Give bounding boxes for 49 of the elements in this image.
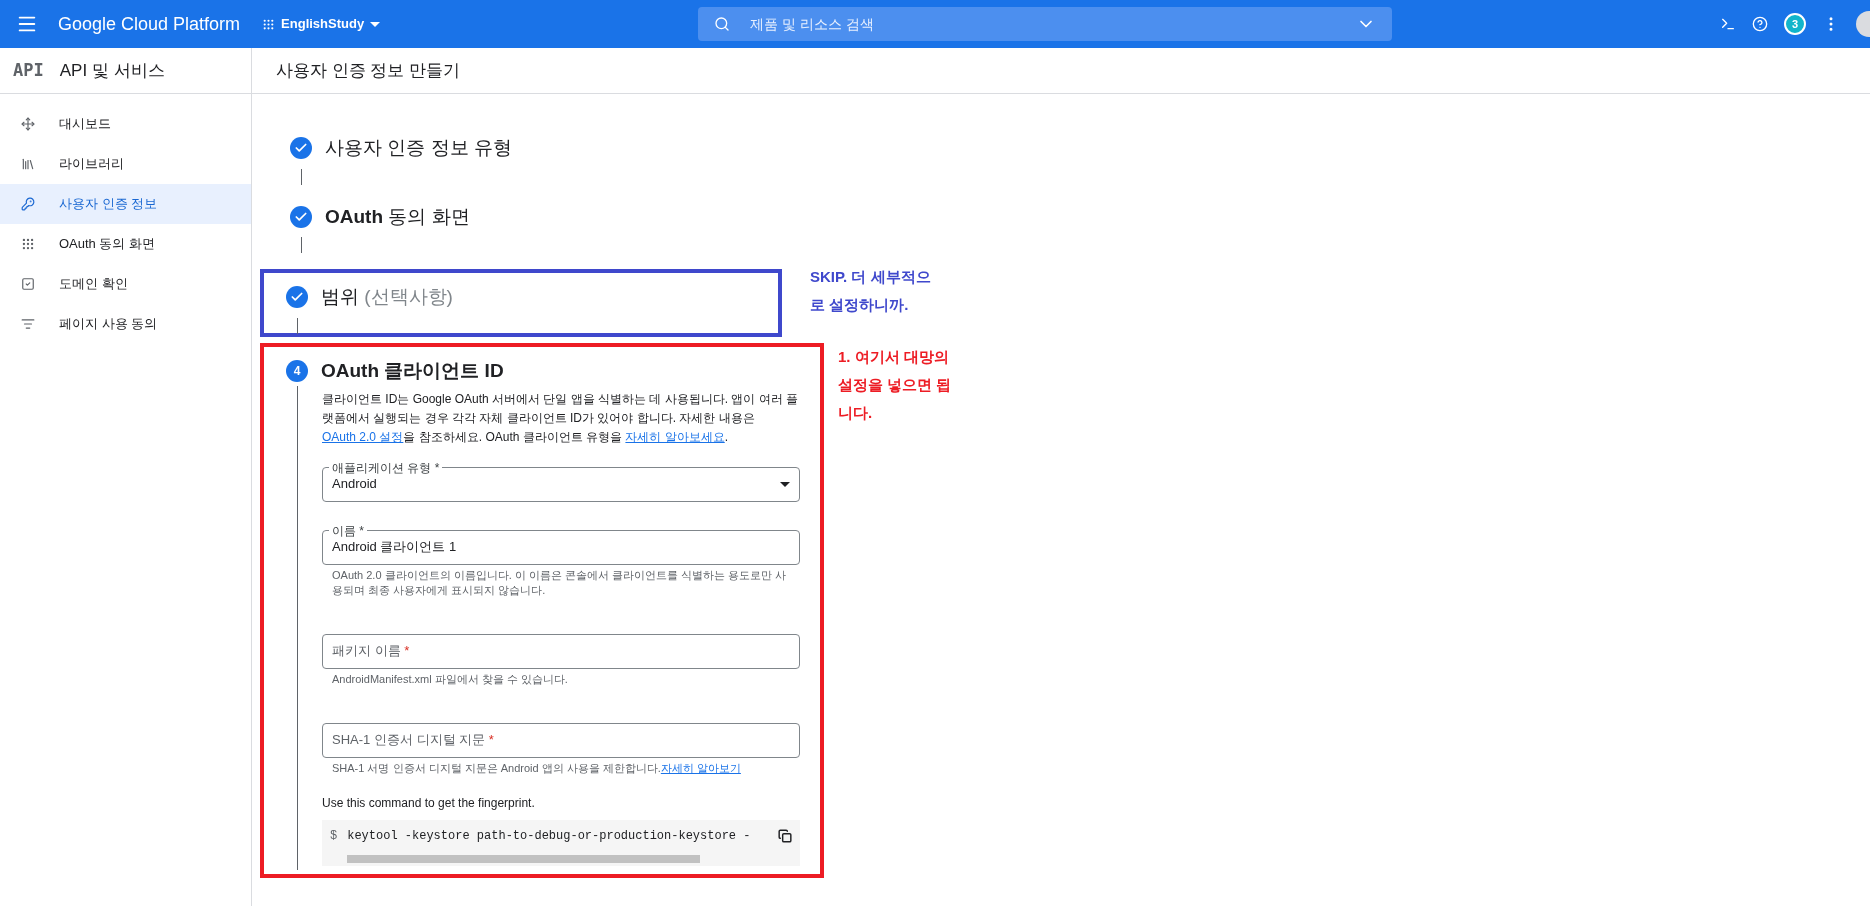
step-title: 사용자 인증 정보 유형 [325,136,512,160]
helper-text: AndroidManifest.xml 파일에서 찾을 수 있습니다. [331,671,569,687]
command-hint: Use this command to get the fingerprint. [322,794,536,812]
sidebar-item[interactable]: 페이지 사용 동의 [0,304,251,344]
step-title: OAuth 클라이언트 ID [321,359,504,383]
field-value: Android [332,475,377,494]
command-text: keytool -keystore path-to-debug-or-production-keystore - [347,827,751,845]
sidebar-item[interactable]: 라이브러리 [0,144,251,184]
annotation-note: SKIP. 더 세부적으로 설정하니까. [810,267,932,315]
list-settings-icon [21,317,35,331]
search-icon [714,16,731,32]
key-icon [21,197,35,211]
doc-link[interactable]: OAuth 2.0 설정 [322,429,404,444]
doc-link[interactable]: 자세히 알아보세요 [625,429,725,444]
copy-icon[interactable] [778,828,792,843]
caret-icon [370,21,381,27]
step-title: 범위 (선택사항) [321,285,453,309]
prompt-symbol: $ [330,827,338,845]
api-logo: API [13,58,44,82]
checkbox-icon [21,277,35,291]
input-field[interactable]: 패키지 이름 * [322,633,800,669]
project-selector[interactable]: EnglishStudy [262,14,381,34]
sidebar-item[interactable]: 대시보드 [0,104,251,144]
helper-text: OAuth 2.0 클라이언트의 이름입니다. 이 이름은 콘솔에서 클라이언트를 식별하는 용도로만 사용되며 최종 사용자에게 표시되지 않습니다. [331,567,788,598]
terminal-icon[interactable] [1720,16,1736,32]
dots-icon [21,237,35,251]
field-placeholder: 패키지 이름 * [332,642,410,661]
scrollbar-thumb[interactable] [347,854,700,863]
step-number: 4 [286,360,308,383]
input-field[interactable]: SHA-1 인증서 디지털 지문 * [322,722,800,758]
search-placeholder: 제품 및 리소스 검색 [750,14,874,34]
sidebar-item[interactable]: OAuth 동의 화면 [0,224,251,264]
step-title: OAuth 동의 화면 [325,204,470,229]
sidebar-item[interactable]: 사용자 인증 정보 [0,184,251,224]
field-value: Android 클라이언트 1 [332,538,457,557]
dropdown-caret-icon [780,481,790,487]
description-text: 클라이언트 ID는 Google OAuth 서버에서 단일 앱을 식별하는 데 사용됩니다. 앱이 여러 플랫폼에서 실행되는 경우 각각 자체 클라이언트 ID가 있어야 합니다. 자세한 내용은 OAuth 2.0 설정을 참조하세요. OAuth 클라이언트 유형을 자세히 알아보세요. [322,390,800,446]
page-title: 사용자 인증 정보 만들기 [276,59,461,82]
annotation-note: 1. 여기서 대망의 설정을 넣으면 됩니다. [838,347,953,423]
help-icon[interactable] [1752,16,1768,32]
sidebar-title: API 및 서비스 [59,59,165,82]
product-title: Google Cloud Platform [58,12,241,36]
cross-arrows-icon [21,117,35,131]
field-placeholder: SHA-1 인증서 디지털 지문 * [332,731,494,750]
learn-more-link[interactable]: 자세히 알아보기 [660,761,741,774]
project-dots-icon [262,17,276,31]
books-icon [21,157,35,171]
helper-text: SHA-1 서명 인증서 디지털 지문은 Android 앱의 사용을 제한합니다.자세히 알아보기 [331,760,742,776]
sidebar-item[interactable]: 도메인 확인 [0,264,251,304]
